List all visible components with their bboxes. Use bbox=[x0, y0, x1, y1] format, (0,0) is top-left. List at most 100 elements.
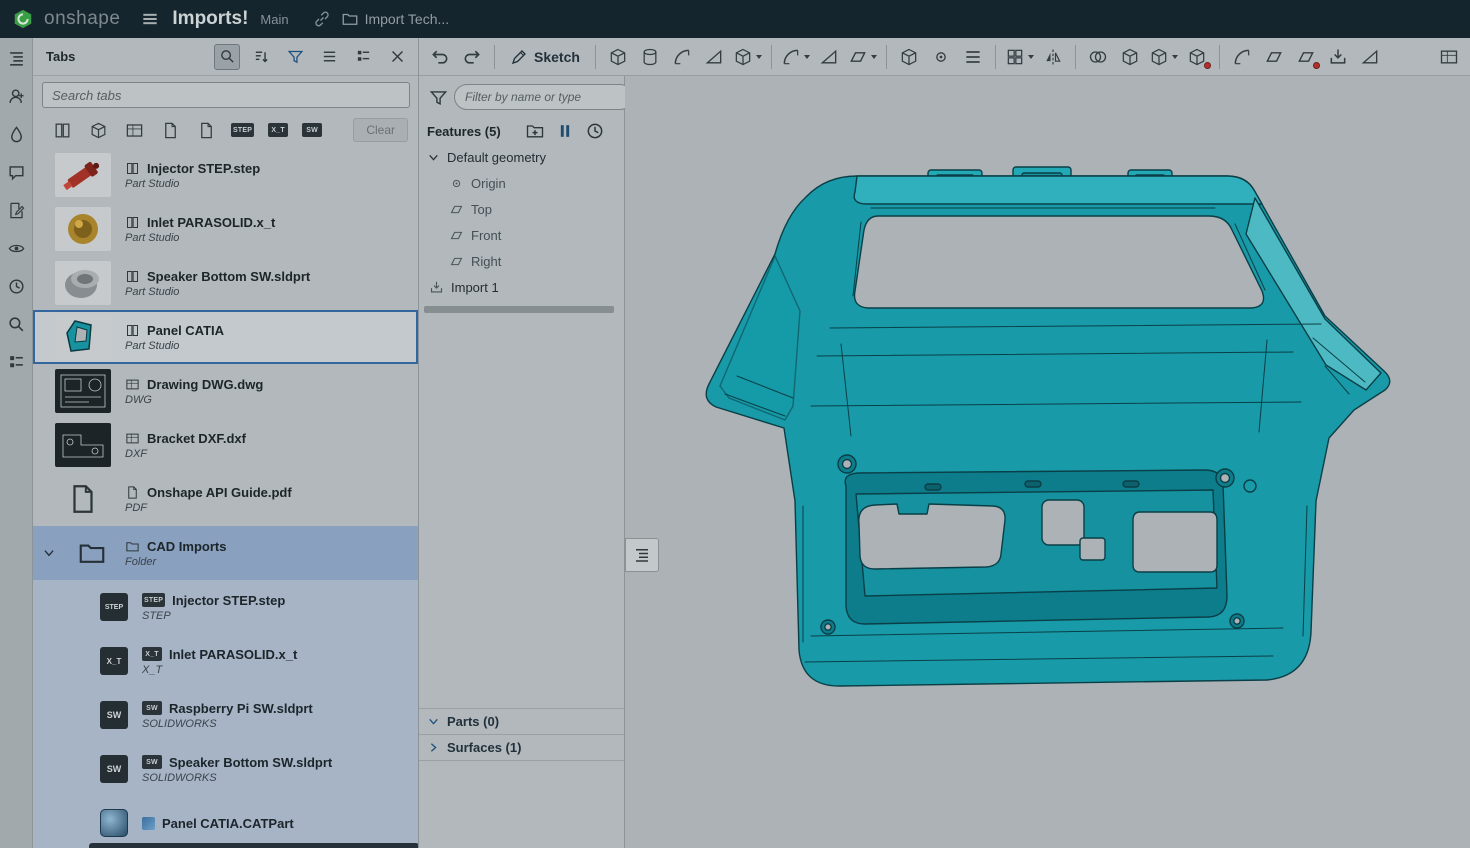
tab-item-panel-catia-catpart[interactable]: Panel CATIA.CATPart bbox=[33, 796, 418, 848]
extrude-icon[interactable] bbox=[603, 42, 633, 72]
rollback-bar[interactable] bbox=[424, 306, 614, 313]
delete-part-icon[interactable] bbox=[1182, 42, 1212, 72]
chevron-right-icon bbox=[427, 741, 440, 754]
split-icon[interactable] bbox=[1115, 42, 1145, 72]
tree-item-default-geometry[interactable]: Default geometry bbox=[419, 144, 624, 170]
step-filter-icon[interactable]: STEP bbox=[231, 123, 254, 137]
loft-icon[interactable] bbox=[699, 42, 729, 72]
search-icon[interactable] bbox=[214, 44, 240, 70]
solidworks-file-icon: SW bbox=[100, 701, 128, 729]
tabs-horizontal-scrollbar[interactable] bbox=[89, 843, 419, 848]
draft-icon[interactable] bbox=[846, 42, 879, 72]
delete-face-icon[interactable] bbox=[1291, 42, 1321, 72]
chamfer-icon[interactable] bbox=[814, 42, 844, 72]
parasolid-filter-icon[interactable]: X_T bbox=[268, 123, 288, 137]
tree-item-top-plane[interactable]: Top bbox=[419, 196, 624, 222]
panel-toggle-icon[interactable] bbox=[1434, 42, 1464, 72]
workspace-name[interactable]: Main bbox=[260, 12, 288, 27]
shell-icon[interactable] bbox=[894, 42, 924, 72]
modify-fillet-icon[interactable] bbox=[1227, 42, 1257, 72]
tab-item-raspberry-pi-sw[interactable]: SW SW Raspberry Pi SW.sldprt SOLIDWORKS bbox=[33, 688, 418, 742]
left-rail bbox=[0, 38, 33, 848]
graphics-viewport[interactable] bbox=[625, 76, 1470, 848]
share-user-icon[interactable] bbox=[4, 84, 28, 108]
search-tabs-input[interactable] bbox=[42, 82, 410, 108]
tab-item-bracket-dxf[interactable]: Bracket DXF.dxf DXF bbox=[33, 418, 418, 472]
thicken-icon[interactable] bbox=[731, 42, 764, 72]
revolve-icon[interactable] bbox=[635, 42, 665, 72]
thumbnail bbox=[55, 207, 111, 251]
tab-item-panel-catia[interactable]: Panel CATIA Part Studio bbox=[33, 310, 418, 364]
move-face-icon[interactable] bbox=[1259, 42, 1289, 72]
blob-filter-icon[interactable] bbox=[159, 119, 181, 141]
comments-icon[interactable] bbox=[4, 160, 28, 184]
search-icon[interactable] bbox=[4, 312, 28, 336]
sheet-metal-icon[interactable] bbox=[1355, 42, 1385, 72]
boolean-icon[interactable] bbox=[1083, 42, 1113, 72]
versions-history-icon[interactable] bbox=[4, 274, 28, 298]
sketch-button[interactable]: Sketch bbox=[502, 42, 588, 72]
feature-toolbar: Sketch bbox=[419, 38, 1470, 76]
tab-item-cad-imports-folder[interactable]: CAD Imports Folder bbox=[33, 526, 418, 580]
drawing-filter-icon[interactable] bbox=[123, 119, 145, 141]
filter-funnel-icon[interactable] bbox=[282, 44, 308, 70]
breadcrumb[interactable]: Import Tech... bbox=[341, 10, 450, 28]
surfaces-section-header[interactable]: Surfaces (1) bbox=[419, 735, 624, 761]
undo-icon[interactable] bbox=[425, 42, 455, 72]
document-menu-icon[interactable] bbox=[140, 9, 160, 29]
parts-section-header[interactable]: Parts (0) bbox=[419, 709, 624, 735]
share-link-icon[interactable] bbox=[313, 10, 331, 28]
part-studio-icon bbox=[125, 161, 140, 176]
solidworks-file-icon: SW bbox=[100, 755, 128, 783]
sweep-icon[interactable] bbox=[667, 42, 697, 72]
pattern-icon[interactable] bbox=[1003, 42, 1036, 72]
final-rollback-icon[interactable] bbox=[585, 121, 605, 141]
tree-item-import-1[interactable]: Import 1 bbox=[419, 274, 624, 300]
filter-funnel-icon[interactable] bbox=[429, 86, 448, 108]
assembly-filter-icon[interactable] bbox=[87, 119, 109, 141]
tab-item-inlet-parasolid-file[interactable]: X_T X_T Inlet PARASOLID.x_t X_T bbox=[33, 634, 418, 688]
export-icon[interactable] bbox=[1323, 42, 1353, 72]
appearance-icon[interactable] bbox=[4, 122, 28, 146]
detail-view-icon[interactable] bbox=[350, 44, 376, 70]
tab-item-speaker-bottom[interactable]: Speaker Bottom SW.sldprt Part Studio bbox=[33, 256, 418, 310]
sort-icon[interactable] bbox=[248, 44, 274, 70]
panel-catia-model[interactable] bbox=[625, 76, 1470, 848]
feature-filter-input[interactable] bbox=[454, 84, 633, 110]
plane-icon bbox=[449, 254, 464, 269]
redo-icon[interactable] bbox=[457, 42, 487, 72]
hole-icon[interactable] bbox=[926, 42, 956, 72]
chevron-down-icon[interactable] bbox=[42, 546, 56, 560]
insert-folder-icon[interactable] bbox=[525, 121, 545, 141]
release-notes-icon[interactable] bbox=[4, 198, 28, 222]
tabs-list: Injector STEP.step Part Studio Inlet PAR… bbox=[33, 148, 418, 848]
clear-filters-button[interactable]: Clear bbox=[353, 118, 408, 142]
tabs-tree-icon[interactable] bbox=[4, 46, 28, 70]
tab-item-inlet-parasolid[interactable]: Inlet PARASOLID.x_t Part Studio bbox=[33, 202, 418, 256]
tab-item-speaker-bottom-sw[interactable]: SW SW Speaker Bottom SW.sldprt SOLIDWORK… bbox=[33, 742, 418, 796]
follow-mode-icon[interactable] bbox=[4, 236, 28, 260]
tab-item-injector-step[interactable]: Injector STEP.step Part Studio bbox=[33, 148, 418, 202]
part-studio-filter-icon[interactable] bbox=[51, 119, 73, 141]
feature-tree-toggle-button[interactable] bbox=[625, 538, 659, 572]
tab-item-api-guide-pdf[interactable]: Onshape API Guide.pdf PDF bbox=[33, 472, 418, 526]
tab-item-drawing-dwg[interactable]: Drawing DWG.dwg DWG bbox=[33, 364, 418, 418]
step-file-icon: STEP bbox=[100, 593, 128, 621]
fillet-icon[interactable] bbox=[779, 42, 812, 72]
tab-item-injector-step-file[interactable]: STEP STEP Injector STEP.step STEP bbox=[33, 580, 418, 634]
outline-icon[interactable] bbox=[4, 350, 28, 374]
parasolid-file-icon: X_T bbox=[142, 647, 162, 661]
mirror-icon[interactable] bbox=[1038, 42, 1068, 72]
close-icon[interactable] bbox=[384, 44, 410, 70]
list-view-icon[interactable] bbox=[316, 44, 342, 70]
pause-icon[interactable] bbox=[555, 121, 575, 141]
transform-icon[interactable] bbox=[1147, 42, 1180, 72]
tree-item-right-plane[interactable]: Right bbox=[419, 248, 624, 274]
chevron-down-icon[interactable] bbox=[427, 151, 440, 164]
tree-item-origin[interactable]: Origin bbox=[419, 170, 624, 196]
tree-item-front-plane[interactable]: Front bbox=[419, 222, 624, 248]
rib-icon[interactable] bbox=[958, 42, 988, 72]
part-studio-icon bbox=[125, 269, 140, 284]
solidworks-filter-icon[interactable]: SW bbox=[302, 123, 322, 137]
pdf-filter-icon[interactable] bbox=[195, 119, 217, 141]
